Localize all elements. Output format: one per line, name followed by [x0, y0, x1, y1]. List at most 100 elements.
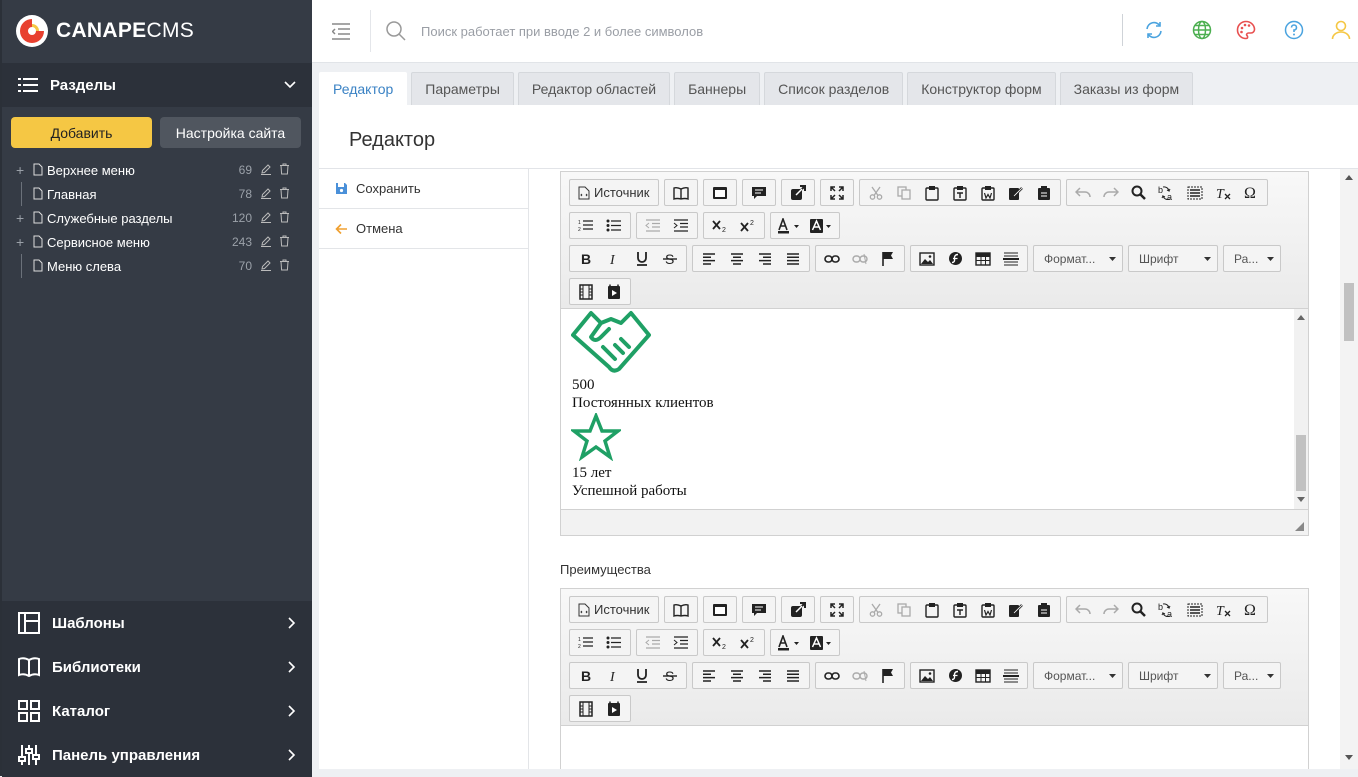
source-button[interactable]: Источник [572, 597, 656, 622]
undo-icon[interactable] [1069, 597, 1097, 622]
align-center-icon[interactable] [723, 246, 751, 271]
help-icon[interactable] [1284, 20, 1304, 40]
tree-item[interactable]: + Верхнее меню 69 [2, 158, 312, 182]
cut-icon[interactable] [862, 597, 890, 622]
site-settings-button[interactable]: Настройка сайта [160, 117, 301, 148]
nav-control-panel[interactable]: Панель управления [2, 733, 312, 777]
resize-handle-icon[interactable] [1295, 522, 1304, 531]
tree-item[interactable]: + Служебные разделы 120 [2, 206, 312, 230]
paste-icon[interactable] [918, 180, 946, 205]
paste-text-icon[interactable] [946, 597, 974, 622]
chevron-down-icon[interactable] [284, 81, 296, 89]
scroll-up-icon[interactable] [1345, 175, 1353, 180]
edit-icon[interactable] [260, 163, 272, 175]
image-icon[interactable] [913, 663, 941, 688]
nav-templates[interactable]: Шаблоны [2, 601, 312, 645]
search-icon[interactable] [386, 21, 406, 41]
scroll-up-icon[interactable] [1297, 315, 1305, 320]
paste-word-icon[interactable] [974, 180, 1002, 205]
youtube-icon[interactable] [600, 279, 628, 304]
bg-color-icon[interactable] [805, 213, 837, 238]
video-icon[interactable] [572, 696, 600, 721]
underline-icon[interactable] [628, 663, 656, 688]
showblocks-icon[interactable] [706, 180, 734, 205]
maximize-icon[interactable] [823, 597, 851, 622]
find-icon[interactable] [1125, 180, 1153, 205]
table-icon[interactable] [969, 246, 997, 271]
align-center-icon[interactable] [723, 663, 751, 688]
comment-icon[interactable] [745, 180, 773, 205]
horizontal-rule-icon[interactable] [997, 663, 1025, 688]
flash-icon[interactable] [941, 663, 969, 688]
indent-icon[interactable] [667, 630, 695, 655]
bg-color-icon[interactable] [805, 630, 837, 655]
redo-icon[interactable] [1097, 180, 1125, 205]
expand-icon[interactable]: + [16, 163, 26, 177]
tab-form-builder[interactable]: Конструктор форм [907, 72, 1056, 105]
select-all-icon[interactable] [1181, 180, 1209, 205]
remove-format-icon[interactable]: T [1209, 597, 1237, 622]
tab-parameters[interactable]: Параметры [411, 72, 514, 105]
tree-item[interactable]: + Сервисное меню 243 [2, 230, 312, 254]
editor-scrollbar[interactable] [1294, 309, 1308, 509]
align-left-icon[interactable] [695, 246, 723, 271]
unlink-icon[interactable] [846, 663, 874, 688]
templates-icon[interactable] [667, 597, 695, 622]
scroll-down-icon[interactable] [1345, 755, 1353, 760]
undo-icon[interactable] [1069, 180, 1097, 205]
globe-icon[interactable] [1192, 20, 1212, 40]
special-char-icon[interactable]: Ω [1237, 597, 1265, 622]
templates-icon[interactable] [667, 180, 695, 205]
clipboard-icon[interactable] [1030, 597, 1058, 622]
palette-icon[interactable] [1236, 20, 1256, 40]
youtube-icon[interactable] [600, 696, 628, 721]
tree-item-label[interactable]: Сервисное меню [47, 235, 150, 250]
italic-icon[interactable]: I [600, 663, 628, 688]
copy-icon[interactable] [890, 180, 918, 205]
bullet-list-icon[interactable] [600, 630, 628, 655]
replace-icon[interactable]: ba [1153, 597, 1181, 622]
editor-content-area[interactable]: 500 Постоянных клиентов 15 лет Успешной … [561, 309, 1308, 509]
paste-edit-icon[interactable] [1002, 180, 1030, 205]
tree-item-label[interactable]: Меню слева [47, 259, 121, 274]
tab-section-list[interactable]: Список разделов [764, 72, 904, 105]
replace-icon[interactable]: ba [1153, 180, 1181, 205]
align-justify-icon[interactable] [779, 663, 807, 688]
subscript-icon[interactable]: 2 [706, 630, 734, 655]
trash-icon[interactable] [279, 163, 290, 175]
numbered-list-icon[interactable]: 12 [572, 213, 600, 238]
maximize-icon[interactable] [823, 180, 851, 205]
external-link-icon[interactable] [784, 180, 812, 205]
trash-icon[interactable] [279, 235, 290, 247]
tree-item-label[interactable]: Служебные разделы [47, 211, 173, 226]
redo-icon[interactable] [1097, 597, 1125, 622]
external-link-icon[interactable] [784, 597, 812, 622]
tree-item-label[interactable]: Главная [47, 187, 96, 202]
anchor-icon[interactable] [874, 663, 902, 688]
font-select[interactable]: Шрифт [1128, 662, 1218, 689]
edit-icon[interactable] [260, 187, 272, 199]
tab-editor[interactable]: Редактор [319, 72, 408, 105]
editor-content-area[interactable] [561, 726, 1308, 769]
trash-icon[interactable] [279, 211, 290, 223]
horizontal-rule-icon[interactable] [997, 246, 1025, 271]
tree-item-label[interactable]: Верхнее меню [47, 163, 135, 178]
bullet-list-icon[interactable] [600, 213, 628, 238]
remove-format-icon[interactable]: T [1209, 180, 1237, 205]
edit-icon[interactable] [260, 259, 272, 271]
indent-icon[interactable] [667, 213, 695, 238]
superscript-icon[interactable]: 2 [734, 630, 762, 655]
trash-icon[interactable] [279, 187, 290, 199]
logo[interactable]: CANAPECMS [16, 15, 194, 47]
edit-icon[interactable] [260, 211, 272, 223]
collapse-menu-icon[interactable] [332, 21, 350, 41]
scroll-down-icon[interactable] [1297, 497, 1305, 502]
format-select[interactable]: Формат... [1033, 245, 1123, 272]
tree-item[interactable]: Главная 78 [2, 182, 312, 206]
text-color-icon[interactable] [773, 213, 805, 238]
align-right-icon[interactable] [751, 663, 779, 688]
cut-icon[interactable] [862, 180, 890, 205]
video-icon[interactable] [572, 279, 600, 304]
font-size-select[interactable]: Ра... [1223, 662, 1281, 689]
user-icon[interactable] [1331, 20, 1351, 40]
